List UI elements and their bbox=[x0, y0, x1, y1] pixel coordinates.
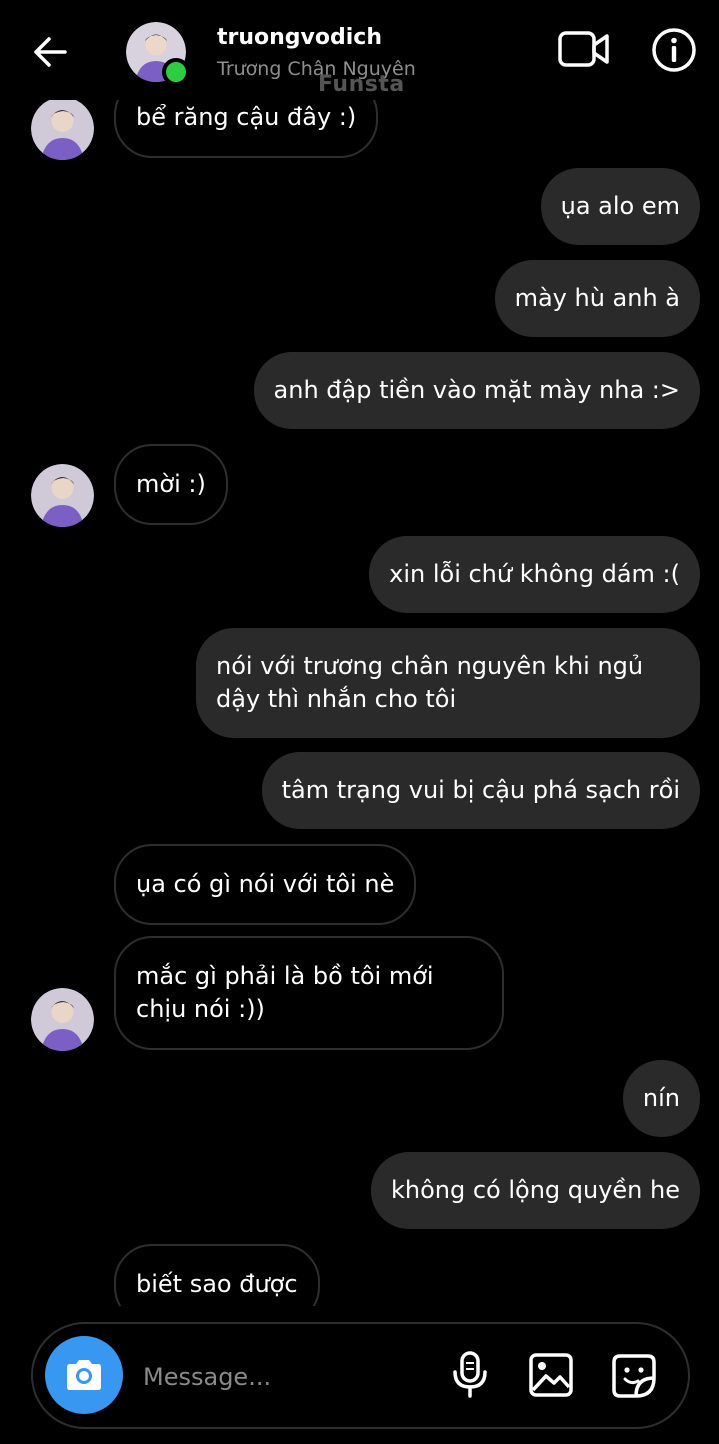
back-arrow-icon[interactable] bbox=[28, 30, 72, 74]
sender-avatar[interactable] bbox=[31, 464, 94, 527]
message-bubble-outgoing[interactable]: anh đập tiền vào mặt mày nha :> bbox=[253, 352, 700, 429]
sticker-icon[interactable] bbox=[610, 1352, 658, 1400]
message-bubble-outgoing[interactable]: mày hù anh à bbox=[494, 260, 700, 337]
online-status-indicator bbox=[162, 58, 190, 86]
message-thread[interactable]: bể răng cậu đây :) ụa alo em mày hù anh … bbox=[0, 0, 719, 1306]
chat-header: truongvodich Trương Chân Nguyên Funsta bbox=[0, 0, 719, 100]
message-bubble-outgoing[interactable]: tâm trạng vui bị cậu phá sạch rồi bbox=[261, 752, 700, 829]
video-call-icon[interactable] bbox=[556, 26, 612, 74]
info-icon[interactable] bbox=[650, 26, 698, 74]
message-bubble-outgoing[interactable]: nói với trương chân nguyên khi ngủ dậy t… bbox=[196, 628, 700, 738]
gallery-icon[interactable] bbox=[528, 1352, 574, 1398]
sender-avatar[interactable] bbox=[31, 988, 94, 1051]
sender-avatar[interactable] bbox=[31, 97, 94, 160]
message-bubble-outgoing[interactable]: không có lộng quyền he bbox=[370, 1152, 700, 1229]
message-bubble-outgoing[interactable]: xin lỗi chứ không dám :( bbox=[369, 536, 700, 613]
contact-username[interactable]: truongvodich bbox=[217, 25, 382, 50]
camera-icon[interactable] bbox=[45, 1336, 123, 1414]
message-bubble-incoming[interactable]: ụa có gì nói với tôi nè bbox=[114, 844, 417, 925]
watermark-text: Funsta bbox=[318, 72, 405, 97]
message-input[interactable] bbox=[143, 1358, 433, 1396]
message-bubble-incoming[interactable]: mắc gì phải là bồ tôi mới chịu nói :)) bbox=[114, 936, 504, 1050]
message-bubble-outgoing[interactable]: ụa alo em bbox=[540, 168, 700, 245]
message-bubble-incoming[interactable]: mời :) bbox=[114, 444, 228, 525]
message-bubble-incoming[interactable]: biết sao được bbox=[114, 1244, 320, 1306]
microphone-icon[interactable] bbox=[450, 1350, 490, 1400]
message-bubble-outgoing[interactable]: nín bbox=[622, 1060, 700, 1137]
